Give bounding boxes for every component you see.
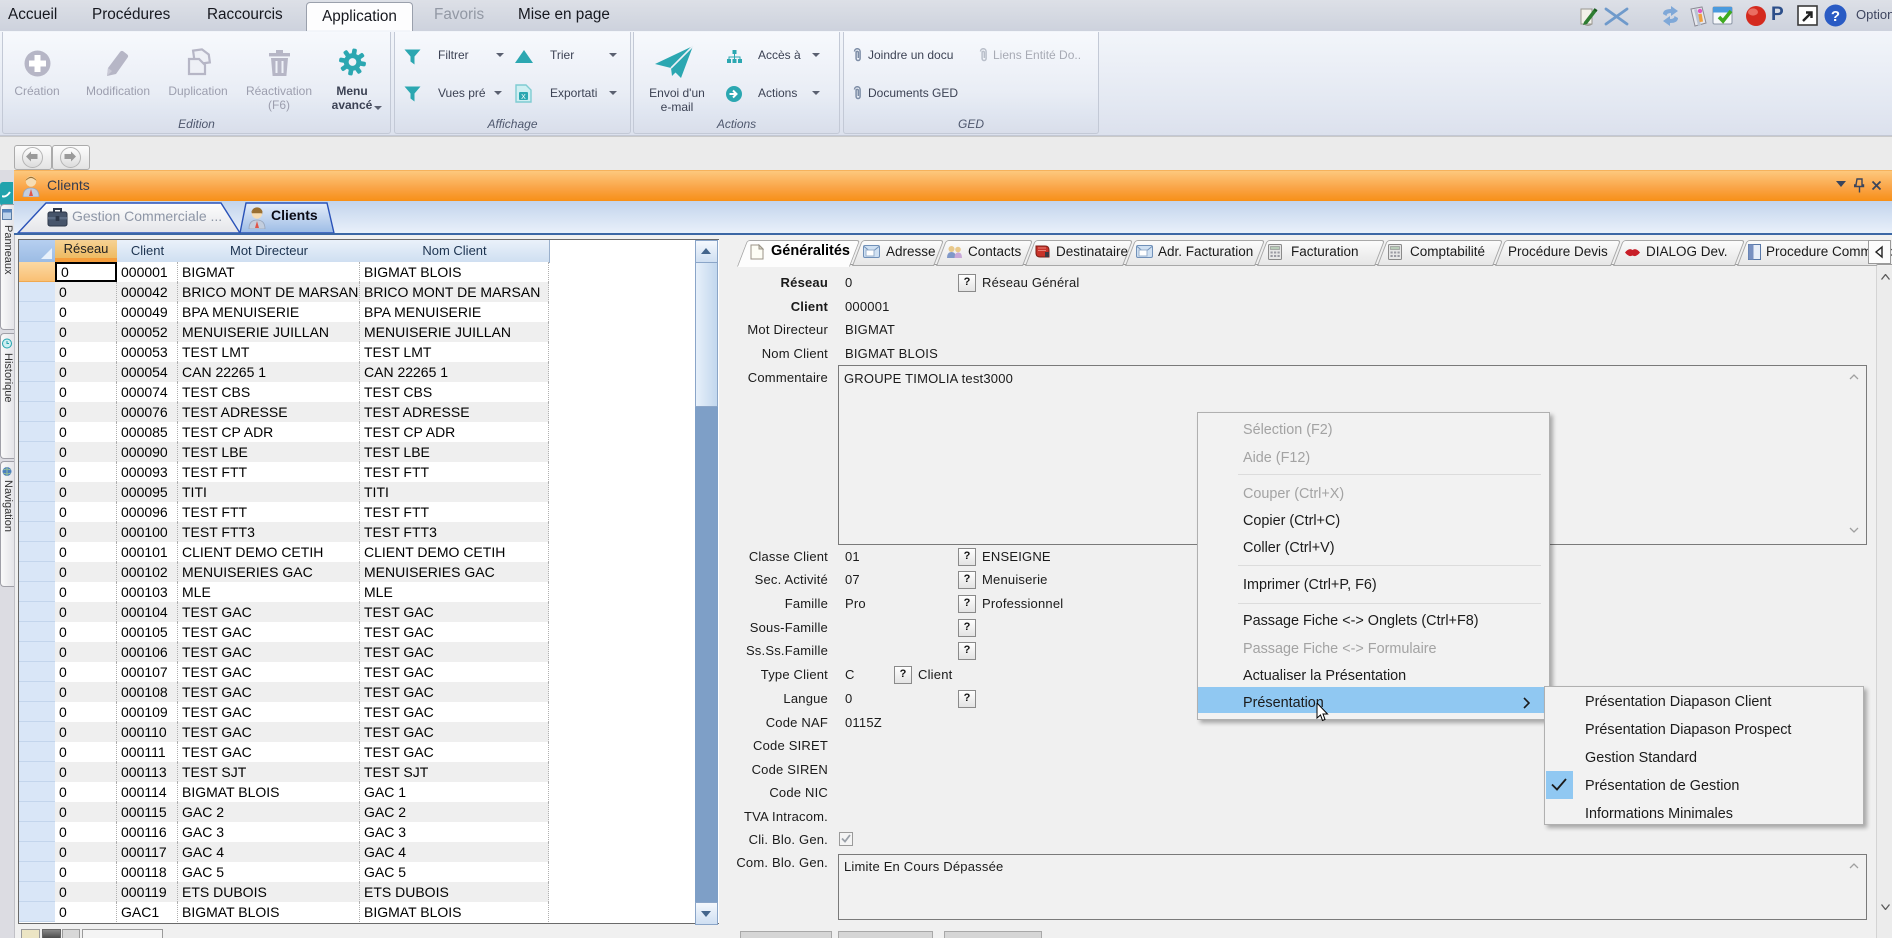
svg-text:X: X: [521, 94, 526, 101]
svg-text:?: ?: [1831, 8, 1840, 25]
